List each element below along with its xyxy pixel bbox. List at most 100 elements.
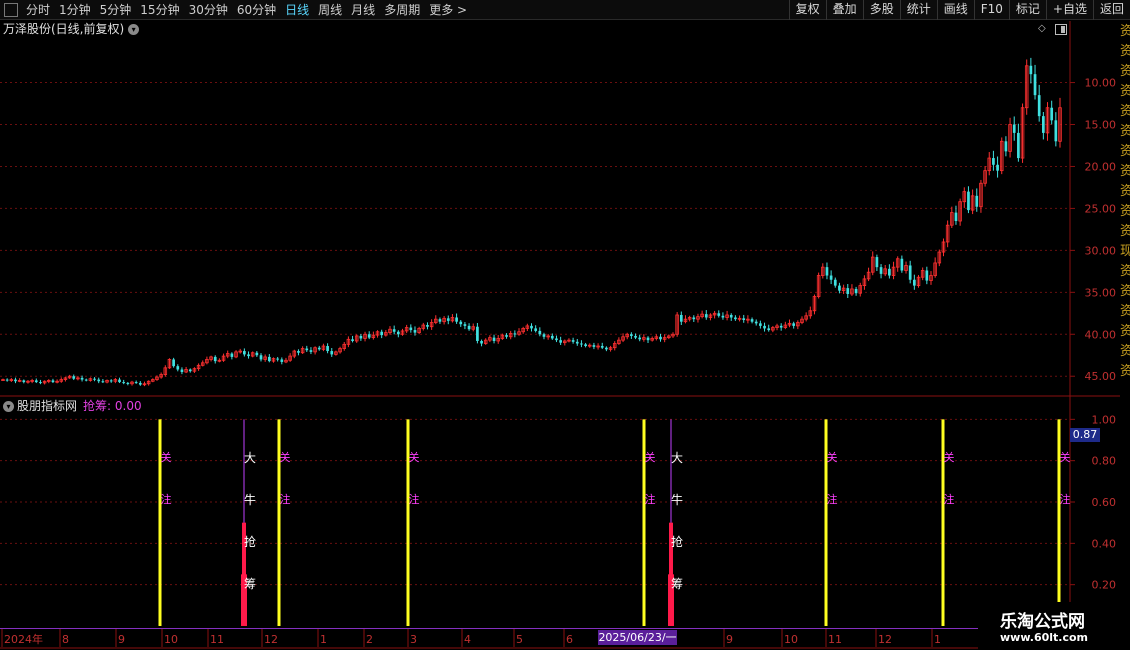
axis-label: 10: [784, 633, 798, 646]
toolbar-button[interactable]: 多股: [862, 0, 900, 20]
indicator-tick-label: 0.80: [1092, 455, 1117, 468]
candle-body: [638, 337, 642, 340]
candle-body: [750, 319, 754, 322]
strip-char: 资: [1120, 324, 1130, 339]
candle-body: [259, 355, 263, 360]
toolbar-button[interactable]: 复权: [788, 0, 826, 20]
candle-body: [480, 340, 483, 344]
candle-body: [754, 321, 758, 324]
candle-body: [476, 326, 479, 341]
candle-body: [188, 369, 192, 372]
candle-body: [80, 377, 84, 380]
candle-body: [380, 331, 384, 336]
toolbar-button[interactable]: 返回: [1092, 0, 1130, 20]
candle-body: [600, 346, 604, 348]
period-tab[interactable]: 30分钟: [189, 0, 228, 20]
candle-body: [734, 317, 737, 320]
strip-char: 资: [1120, 304, 1130, 319]
indicator-tick-label: 0.20: [1092, 579, 1117, 592]
toolbar-button[interactable]: 叠加: [825, 0, 863, 20]
attention-label: 关: [943, 451, 955, 464]
toolbar-button[interactable]: F10: [973, 0, 1009, 20]
menu-square-icon[interactable]: [4, 3, 18, 17]
candle-body: [912, 279, 916, 286]
period-tab[interactable]: 日线: [285, 0, 309, 20]
time-axis: 2024年 8 9 10 11 12 1 2 3 4 5 6 9 10 11 12 1: [0, 628, 1130, 649]
candle-body: [267, 356, 271, 362]
strip-char: 资: [1120, 344, 1130, 359]
toolbar-button[interactable]: +自选: [1045, 0, 1093, 20]
candle-body: [1017, 132, 1020, 159]
candle-body: [446, 318, 450, 321]
indicator-chart[interactable]: 1.00 0.80 0.60 0.40 0.20: [0, 397, 1120, 627]
candle-body: [109, 380, 113, 382]
period-tab[interactable]: 分时: [26, 0, 50, 20]
candle-body: [5, 379, 9, 381]
period-tab[interactable]: 60分钟: [237, 0, 276, 20]
candle-body: [833, 279, 837, 286]
right-side-strip: 资资资资资资资资资资资现资资资资资资: [1120, 22, 1130, 392]
axis-label: 11: [210, 633, 224, 646]
watermark: 乐淘公式网 www.60lt.com: [978, 602, 1130, 650]
strip-char: 资: [1120, 144, 1130, 159]
candle-body: [846, 288, 850, 294]
candle-body: [305, 348, 309, 351]
candle-body: [679, 314, 683, 322]
period-tab[interactable]: 多周期: [384, 0, 420, 20]
candle-body: [767, 328, 771, 331]
candle-body: [351, 339, 354, 341]
price-tick-label: 15.00: [1085, 119, 1117, 132]
candle-body: [467, 325, 471, 330]
watermark-title: 乐淘公式网: [1000, 612, 1085, 632]
candle-body: [879, 267, 883, 274]
toolbar-button[interactable]: 画线: [936, 0, 974, 20]
candle-body: [409, 327, 413, 331]
attention-label: 关: [279, 451, 291, 464]
axis-label: 12: [878, 633, 892, 646]
candle-body: [763, 325, 766, 329]
candle-body: [22, 380, 26, 383]
period-tab[interactable]: 15分钟: [140, 0, 179, 20]
period-tab[interactable]: 1分钟: [59, 0, 91, 20]
candle-body: [592, 345, 596, 347]
candle-body: [1012, 124, 1016, 133]
candle-body: [396, 331, 400, 335]
candle-body: [584, 344, 587, 347]
period-toolbar: 分时 1分钟 5分钟 15分钟 30分钟 60分钟 日线 周线 月线 多周期 更多 > 复权 叠加 多股…: [0, 0, 1130, 20]
candle-body: [455, 317, 458, 322]
attention-label: 注: [279, 493, 291, 506]
price-tick-label: 40.00: [1085, 328, 1117, 341]
candle-body: [317, 347, 321, 350]
attention-label: 注: [1059, 493, 1071, 506]
candle-body: [721, 315, 725, 318]
signal-label: 牛: [671, 493, 684, 507]
attention-label: 关: [160, 451, 172, 464]
candle-body: [829, 275, 833, 280]
candle-body: [84, 379, 88, 381]
candle-body: [838, 285, 841, 291]
candle-body: [575, 341, 579, 344]
period-tab[interactable]: 周线: [318, 0, 342, 20]
strip-char: 资: [1120, 64, 1130, 79]
selected-date-tag: 2025/06/23/一: [598, 630, 677, 645]
candle-body: [559, 340, 562, 343]
axis-label: 10: [164, 633, 178, 646]
candle-body: [975, 195, 979, 207]
toolbar-button[interactable]: 统计: [899, 0, 937, 20]
period-tab[interactable]: 5分钟: [100, 0, 132, 20]
attention-label: 关: [408, 451, 420, 464]
candle-body: [176, 366, 180, 370]
candle-body: [230, 353, 234, 357]
toolbar-button[interactable]: 标记: [1008, 0, 1046, 20]
candle-body: [280, 359, 284, 362]
candle-body: [243, 351, 246, 355]
candlestick-chart[interactable]: 45.00 40.00 35.00 30.00 25.00 20.00 15.00 10.00: [0, 21, 1120, 397]
attention-label: 注: [160, 493, 172, 506]
candle-body: [492, 337, 496, 341]
candle-body: [759, 323, 762, 326]
candle-body: [1042, 116, 1045, 133]
signal-label: 牛: [244, 493, 257, 507]
period-tab[interactable]: 月线: [351, 0, 375, 20]
period-tab[interactable]: 更多 >: [429, 0, 467, 20]
signal-label: 抢: [244, 535, 257, 549]
